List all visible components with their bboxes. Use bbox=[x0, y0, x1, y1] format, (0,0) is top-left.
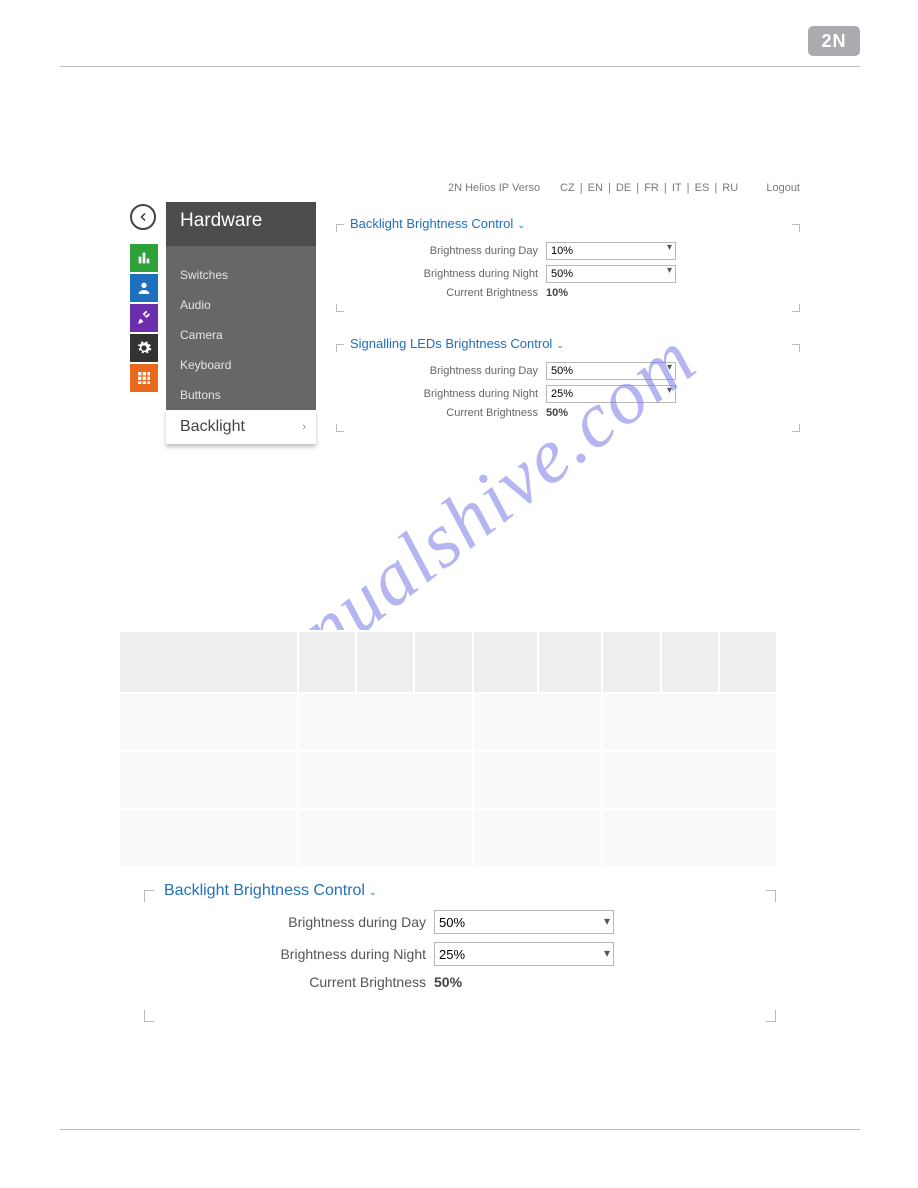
sidebar-item-audio[interactable]: Audio bbox=[166, 290, 316, 320]
services-tile-icon[interactable] bbox=[130, 304, 158, 332]
fieldset-title[interactable]: Backlight Brightness Control⌄ bbox=[350, 216, 800, 231]
arrow-left-icon bbox=[137, 211, 149, 223]
label-brightness-day: Brightness during Day bbox=[336, 245, 546, 257]
label-brightness-day: Brightness during Day bbox=[144, 914, 434, 930]
sidebar-item-camera[interactable]: Camera bbox=[166, 320, 316, 350]
select-brightness-day[interactable]: 10% bbox=[546, 242, 676, 260]
sidebar: Hardware Switches Audio Camera Keyboard … bbox=[166, 202, 316, 444]
select-brightness-night[interactable]: 25% bbox=[434, 942, 614, 966]
select-brightness-day[interactable]: 50% bbox=[434, 910, 614, 934]
lang-cz[interactable]: CZ bbox=[558, 182, 577, 194]
sidebar-title: Hardware bbox=[166, 202, 316, 246]
value-current-brightness: 10% bbox=[546, 287, 568, 299]
sidebar-item-label: Backlight bbox=[180, 418, 245, 436]
ui-screenshot-region: 2N Helios IP Verso CZ | EN | DE | FR | I… bbox=[130, 182, 800, 442]
system-tile-icon[interactable] bbox=[130, 364, 158, 392]
label-brightness-night: Brightness during Night bbox=[336, 268, 546, 280]
fieldset-backlight: Backlight Brightness Control⌄ Brightness… bbox=[336, 216, 800, 312]
back-button[interactable] bbox=[130, 204, 156, 230]
lang-en[interactable]: EN bbox=[586, 182, 605, 194]
select-brightness-day[interactable]: 50% bbox=[546, 362, 676, 380]
settings-panel: Backlight Brightness Control⌄ Brightness… bbox=[336, 216, 800, 456]
lang-fr[interactable]: FR bbox=[642, 182, 661, 194]
select-brightness-night[interactable]: 25% bbox=[546, 385, 676, 403]
sidebar-item-switches[interactable]: Switches bbox=[166, 260, 316, 290]
header-rule bbox=[60, 66, 860, 67]
label-brightness-day: Brightness during Day bbox=[336, 365, 546, 377]
fieldset-title[interactable]: Signalling LEDs Brightness Control⌄ bbox=[350, 336, 800, 351]
chevron-right-icon: › bbox=[302, 421, 306, 433]
fieldset-title[interactable]: Backlight Brightness Control⌄ bbox=[164, 882, 776, 900]
sidebar-item-keyboard[interactable]: Keyboard bbox=[166, 350, 316, 380]
label-current-brightness: Current Brightness bbox=[144, 974, 434, 990]
sidebar-item-backlight[interactable]: Backlight › bbox=[166, 410, 316, 444]
lang-de[interactable]: DE bbox=[614, 182, 633, 194]
hardware-tile-icon[interactable] bbox=[130, 334, 158, 362]
sidebar-item-buttons[interactable]: Buttons bbox=[166, 380, 316, 410]
chevron-down-icon: ⌄ bbox=[369, 887, 377, 897]
fieldset-backlight-detail: Backlight Brightness Control⌄ Brightness… bbox=[144, 882, 776, 1022]
lang-it[interactable]: IT bbox=[670, 182, 684, 194]
chevron-down-icon: ⌄ bbox=[556, 340, 564, 350]
lang-ru[interactable]: RU bbox=[720, 182, 740, 194]
sidebar-category-icons bbox=[130, 244, 158, 394]
lang-switcher[interactable]: CZ | EN | DE | FR | IT | ES | RU bbox=[558, 182, 740, 194]
brand-logo-text: 2N bbox=[821, 31, 846, 52]
value-current-brightness: 50% bbox=[434, 974, 462, 990]
value-current-brightness: 50% bbox=[546, 407, 568, 419]
chevron-down-icon: ⌄ bbox=[517, 220, 525, 230]
select-brightness-night[interactable]: 50% bbox=[546, 265, 676, 283]
status-tile-icon[interactable] bbox=[130, 244, 158, 272]
brand-logo: 2N bbox=[808, 26, 860, 56]
footer-rule bbox=[60, 1129, 860, 1130]
lang-es[interactable]: ES bbox=[693, 182, 712, 194]
label-current-brightness: Current Brightness bbox=[336, 287, 546, 299]
label-brightness-night: Brightness during Night bbox=[144, 946, 434, 962]
label-brightness-night: Brightness during Night bbox=[336, 388, 546, 400]
placeholder-table bbox=[118, 630, 778, 868]
device-name: 2N Helios IP Verso bbox=[448, 182, 540, 194]
directory-tile-icon[interactable] bbox=[130, 274, 158, 302]
fieldset-signalling-leds: Signalling LEDs Brightness Control⌄ Brig… bbox=[336, 336, 800, 432]
logout-link[interactable]: Logout bbox=[766, 182, 800, 194]
label-current-brightness: Current Brightness bbox=[336, 407, 546, 419]
